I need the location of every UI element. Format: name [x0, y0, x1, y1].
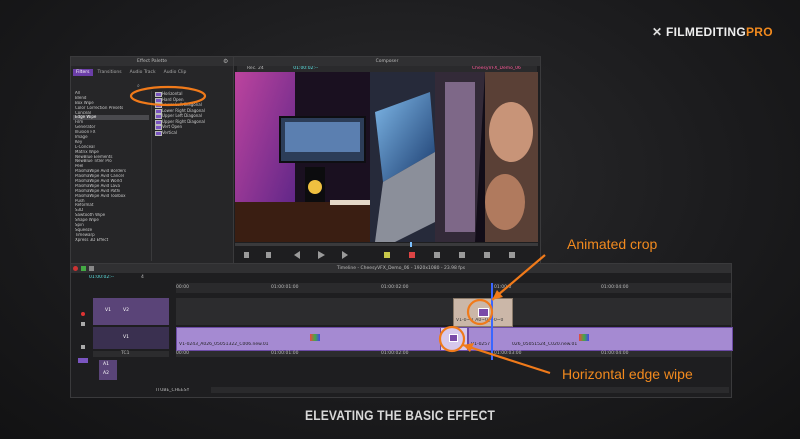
annotation-wipe-arrow-line: [462, 343, 551, 375]
annotation-wipe-highlight: [129, 85, 207, 107]
annotation-crop-arrow-line: [491, 254, 546, 301]
annotation-wipe-circle: [438, 325, 466, 353]
annotation-horizontal-edge-wipe: Horizontal edge wipe: [562, 366, 693, 382]
video-caption: ELEVATING THE BASIC EFFECT: [304, 407, 495, 423]
annotation-crop-circle: [466, 298, 494, 326]
annotation-animated-crop: Animated crop: [567, 236, 658, 252]
